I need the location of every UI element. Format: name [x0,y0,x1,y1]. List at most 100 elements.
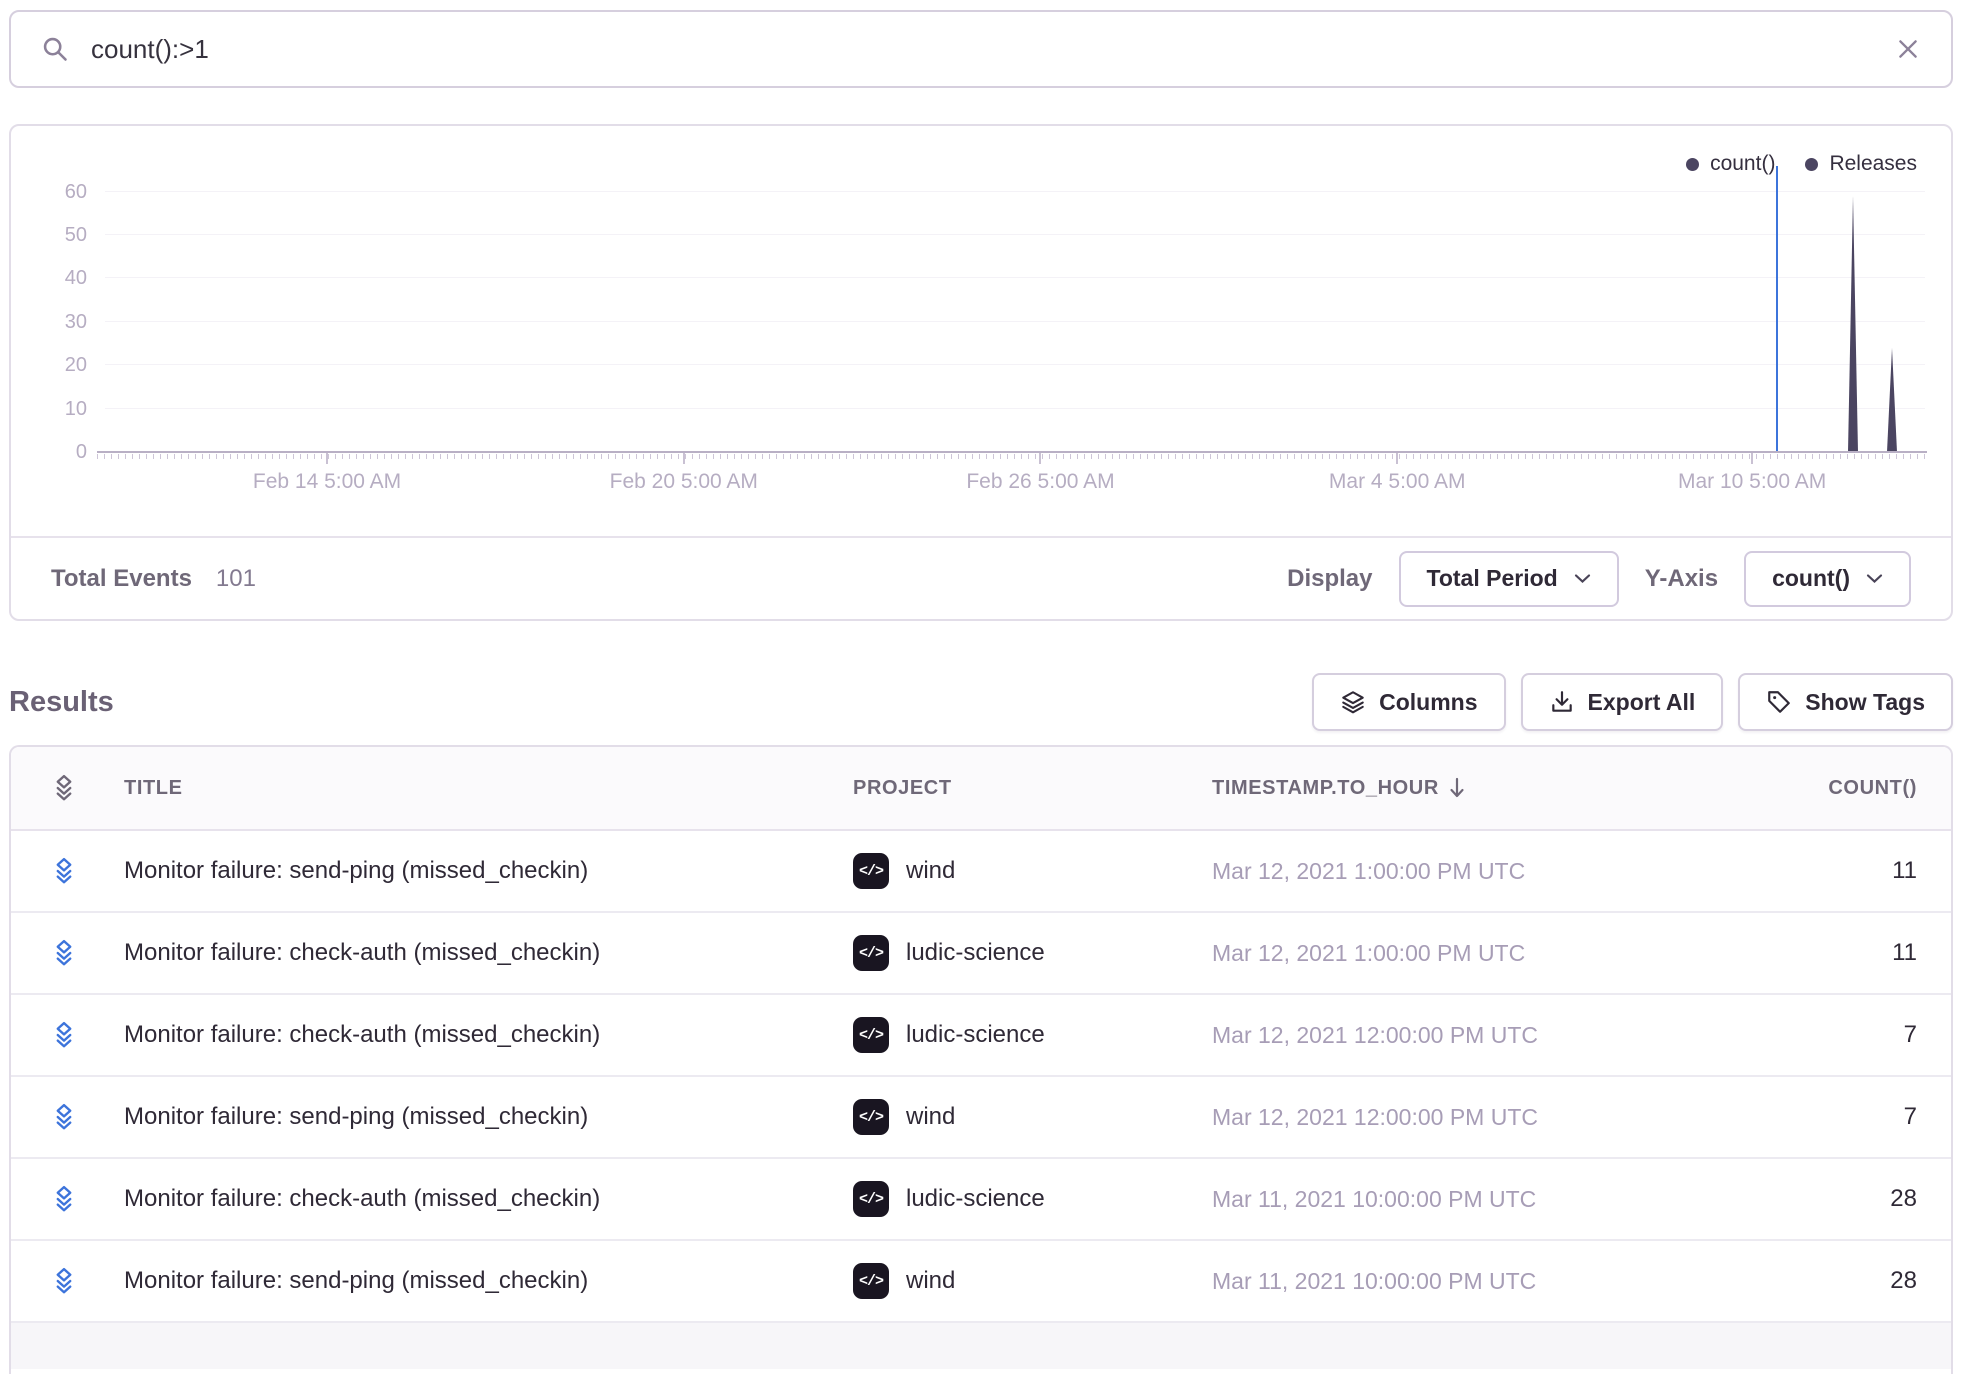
project-cell[interactable]: </> ludic-science [853,935,1212,971]
project-cell[interactable]: </> wind [853,1099,1212,1135]
results-title: Results [9,686,114,719]
project-name: wind [906,1103,955,1131]
y-axis-label: 50 [65,224,87,247]
platform-code-icon: </> [853,853,889,889]
project-name: ludic-science [906,1185,1045,1213]
download-icon [1549,689,1575,715]
layers-icon [1340,689,1366,715]
column-header-timestamp[interactable]: TIMESTAMP.TO_HOUR [1212,777,1731,800]
x-axis-tick [683,453,685,464]
chart-legend: count() Releases [1686,152,1917,176]
event-count: 11 [1731,939,1951,967]
table-row[interactable]: Monitor failure: send-ping (missed_check… [11,1241,1951,1323]
platform-code-icon: </> [853,1181,889,1217]
release-marker-line[interactable] [1776,166,1778,452]
legend-item-releases[interactable]: Releases [1805,152,1917,176]
search-bar[interactable]: count():>1 [9,10,1953,88]
show-tags-button[interactable]: Show Tags [1738,673,1953,731]
table-footer [11,1323,1951,1369]
sort-desc-icon [1449,777,1465,799]
gridline [105,277,1925,278]
project-name: wind [906,1267,955,1295]
platform-code-icon: </> [853,1263,889,1299]
x-axis-tick [1039,453,1041,464]
chevron-down-icon [1866,573,1883,584]
project-cell[interactable]: </> wind [853,853,1212,889]
search-input[interactable]: count():>1 [91,34,1873,65]
stack-icon [11,1184,124,1214]
event-title[interactable]: Monitor failure: send-ping (missed_check… [124,1103,853,1131]
x-axis-tick [1751,453,1753,464]
display-dropdown[interactable]: Total Period [1399,551,1619,607]
export-all-button[interactable]: Export All [1521,673,1724,731]
column-header-project[interactable]: PROJECT [853,777,1212,800]
gridline [105,321,1925,322]
yaxis-label: Y-Axis [1645,565,1718,593]
x-axis-tick [1396,453,1398,464]
platform-code-icon: </> [853,1017,889,1053]
chart-panel: count() Releases 0102030405060Feb 14 5:0… [9,124,1953,621]
event-timestamp: Mar 12, 2021 1:00:00 PM UTC [1212,858,1731,885]
count-spike [1887,348,1897,452]
columns-button[interactable]: Columns [1312,673,1505,731]
y-axis-label: 0 [76,441,87,464]
results-bar: Results Columns Export All [9,673,1953,731]
search-icon [41,35,69,63]
event-title[interactable]: Monitor failure: check-auth (missed_chec… [124,1021,853,1049]
stack-icon [11,938,124,968]
total-events-label: Total Events [51,565,192,593]
yaxis-dropdown-value: count() [1772,565,1850,592]
total-events-value: 101 [216,565,256,593]
x-axis-label: Mar 4 5:00 AM [1329,470,1466,494]
stack-icon [11,773,124,803]
project-name: ludic-science [906,939,1045,967]
event-count: 7 [1731,1103,1951,1131]
legend-dot-icon [1686,158,1699,171]
event-title[interactable]: Monitor failure: check-auth (missed_chec… [124,939,853,967]
chart-controls: Display Total Period Y-Axis count() [1287,551,1911,607]
table-header-row: TITLE PROJECT TIMESTAMP.TO_HOUR COUNT() [11,747,1951,831]
y-axis-label: 10 [65,398,87,421]
yaxis-dropdown[interactable]: count() [1744,551,1911,607]
project-name: ludic-science [906,1021,1045,1049]
table-row[interactable]: Monitor failure: check-auth (missed_chec… [11,995,1951,1077]
export-all-button-label: Export All [1588,689,1696,716]
table-row[interactable]: Monitor failure: check-auth (missed_chec… [11,1159,1951,1241]
results-table: TITLE PROJECT TIMESTAMP.TO_HOUR COUNT() … [9,745,1953,1374]
chevron-down-icon [1574,573,1591,584]
clear-search-icon[interactable] [1895,36,1921,62]
event-title[interactable]: Monitor failure: send-ping (missed_check… [124,857,853,885]
x-axis-label: Feb 14 5:00 AM [253,470,401,494]
event-count: 7 [1731,1021,1951,1049]
event-title[interactable]: Monitor failure: send-ping (missed_check… [124,1267,853,1295]
legend-item-count[interactable]: count() [1686,152,1775,176]
gridline [105,191,1925,192]
stack-icon [11,1102,124,1132]
count-spike [1848,196,1858,452]
chart-plot: 0102030405060Feb 14 5:00 AMFeb 20 5:00 A… [105,170,1925,452]
event-count: 11 [1731,857,1951,885]
stack-icon [11,1266,124,1296]
tag-icon [1766,689,1792,715]
stack-icon [11,1020,124,1050]
show-tags-button-label: Show Tags [1805,689,1925,716]
event-count: 28 [1731,1185,1951,1213]
project-name: wind [906,857,955,885]
project-cell[interactable]: </> wind [853,1263,1212,1299]
table-body: Monitor failure: send-ping (missed_check… [11,831,1951,1323]
stack-icon [11,856,124,886]
table-row[interactable]: Monitor failure: send-ping (missed_check… [11,831,1951,913]
event-title[interactable]: Monitor failure: check-auth (missed_chec… [124,1185,853,1213]
project-cell[interactable]: </> ludic-science [853,1181,1212,1217]
event-count: 28 [1731,1267,1951,1295]
event-timestamp: Mar 11, 2021 10:00:00 PM UTC [1212,1268,1731,1295]
table-row[interactable]: Monitor failure: check-auth (missed_chec… [11,913,1951,995]
chart-footer: Total Events 101 Display Total Period Y-… [11,536,1951,619]
project-cell[interactable]: </> ludic-science [853,1017,1212,1053]
x-axis-label: Feb 26 5:00 AM [966,470,1114,494]
column-header-title[interactable]: TITLE [124,777,853,800]
event-timestamp: Mar 12, 2021 12:00:00 PM UTC [1212,1104,1731,1131]
results-toolbar: Columns Export All Show Tags [1312,673,1953,731]
table-row[interactable]: Monitor failure: send-ping (missed_check… [11,1077,1951,1159]
column-header-count[interactable]: COUNT() [1731,777,1951,800]
